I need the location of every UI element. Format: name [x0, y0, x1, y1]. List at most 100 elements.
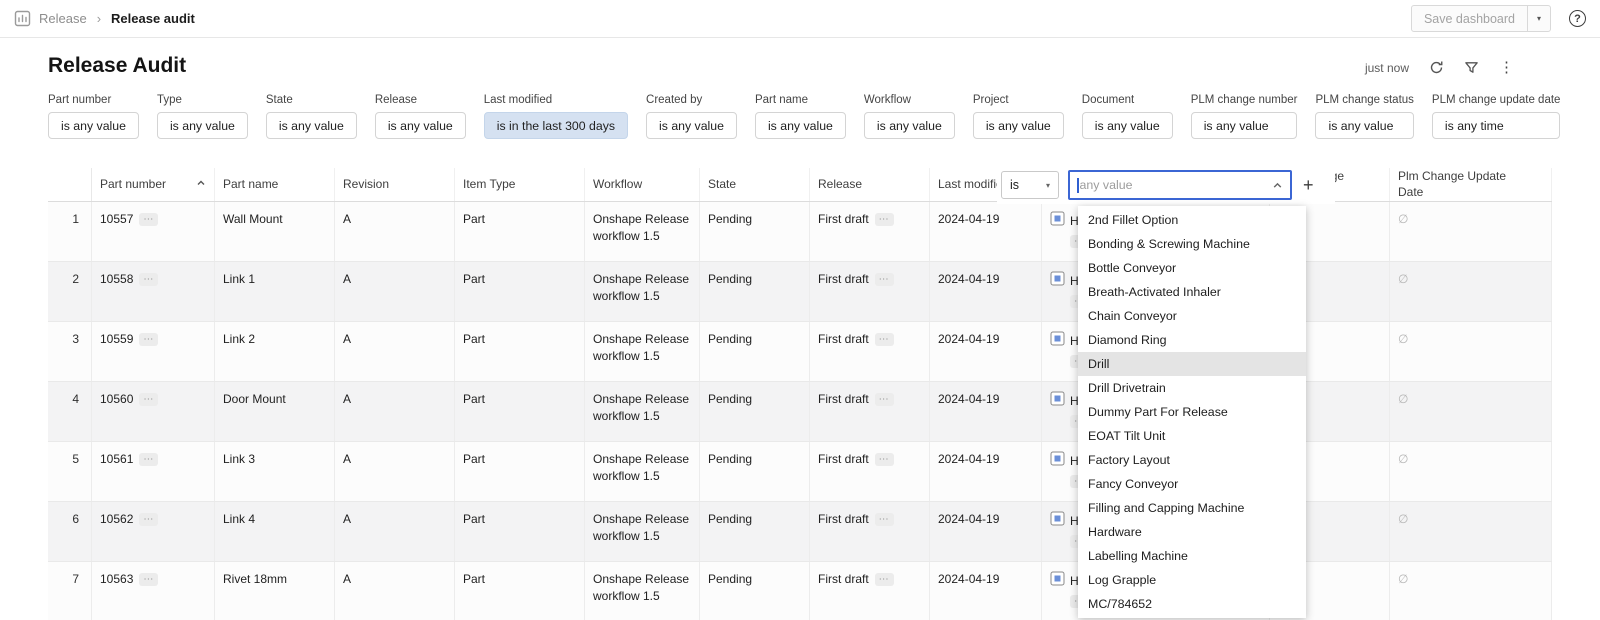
filter-chip[interactable]: is in the last 300 days [484, 112, 628, 139]
table-row[interactable]: 5 10561⋯ Link 3 A Part Onshape Release w… [48, 442, 1552, 502]
col-workflow[interactable]: Workflow [585, 168, 700, 201]
col-part-number[interactable]: Part number [92, 168, 215, 201]
ellipsis-badge-icon[interactable]: ⋯ [139, 333, 158, 346]
cell-revision: A [335, 262, 455, 321]
dropdown-option[interactable]: Bottle Conveyor [1078, 256, 1306, 280]
release-audit-page: Release › Release audit Save dashboard ▾… [0, 0, 1600, 620]
cell-state: Pending [700, 262, 810, 321]
refresh-icon[interactable] [1429, 60, 1444, 75]
col-state[interactable]: State [700, 168, 810, 201]
save-dashboard-button[interactable]: Save dashboard [1412, 6, 1527, 31]
dropdown-option[interactable]: Fancy Conveyor [1078, 472, 1306, 496]
cell-last-modified: 2024-04-19 [930, 562, 1042, 620]
ellipsis-badge-icon[interactable]: ⋯ [875, 213, 894, 226]
ellipsis-badge-icon[interactable]: ⋯ [139, 453, 158, 466]
filter-chip[interactable]: is any value [1315, 112, 1413, 139]
cell-state: Pending [700, 322, 810, 381]
filter-label: PLM change number [1191, 94, 1298, 106]
top-bar: Release › Release audit Save dashboard ▾… [0, 0, 1600, 38]
ellipsis-badge-icon[interactable]: ⋯ [139, 513, 158, 526]
onshape-document-icon [1050, 271, 1065, 291]
ellipsis-badge-icon[interactable]: ⋯ [875, 513, 894, 526]
dropdown-option[interactable]: Chain Conveyor [1078, 304, 1306, 328]
cell-part-number: 10560⋯ [92, 382, 215, 441]
cell-revision: A [335, 502, 455, 561]
ellipsis-badge-icon[interactable]: ⋯ [875, 573, 894, 586]
col-item-type[interactable]: Item Type [455, 168, 585, 201]
filter-chip[interactable]: is any value [864, 112, 955, 139]
save-dashboard-caret-icon[interactable]: ▾ [1528, 6, 1550, 31]
cell-last-modified: 2024-04-19 [930, 382, 1042, 441]
dropdown-option[interactable]: EOAT Tilt Unit [1078, 424, 1306, 448]
cell-item-type: Part [455, 322, 585, 381]
page-title: Release Audit [48, 54, 186, 78]
filter-chip[interactable]: is any value [48, 112, 139, 139]
cell-part-number: 10558⋯ [92, 262, 215, 321]
table-row[interactable]: 3 10559⋯ Link 2 A Part Onshape Release w… [48, 322, 1552, 382]
dropdown-option[interactable]: Bonding & Screwing Machine [1078, 232, 1306, 256]
help-icon[interactable]: ? [1569, 10, 1586, 27]
ellipsis-badge-icon[interactable]: ⋯ [139, 393, 158, 406]
combobox-chevron-up-icon[interactable] [1272, 180, 1283, 191]
filter-group: Type is any value [157, 94, 248, 139]
table-row[interactable]: 4 10560⋯ Door Mount A Part Onshape Relea… [48, 382, 1552, 442]
table-row[interactable]: 2 10558⋯ Link 1 A Part Onshape Release w… [48, 262, 1552, 322]
ellipsis-badge-icon[interactable]: ⋯ [875, 333, 894, 346]
kebab-menu-icon[interactable]: ⋮ [1499, 60, 1514, 75]
dropdown-option[interactable]: Dummy Part For Release [1078, 400, 1306, 424]
cell-item-type: Part [455, 562, 585, 620]
dropdown-option[interactable]: Hardware [1078, 520, 1306, 544]
breadcrumb-root[interactable]: Release [39, 11, 87, 26]
filter-chip[interactable]: is any value [973, 112, 1064, 139]
ellipsis-badge-icon[interactable]: ⋯ [139, 213, 158, 226]
table-row[interactable]: 6 10562⋯ Link 4 A Part Onshape Release w… [48, 502, 1552, 562]
cell-item-type: Part [455, 262, 585, 321]
dropdown-option[interactable]: Drill Drivetrain [1078, 376, 1306, 400]
empty-value-icon: ∅ [1398, 572, 1408, 586]
cell-revision: A [335, 562, 455, 620]
dropdown-option[interactable]: Labelling Machine [1078, 544, 1306, 568]
filter-chip[interactable]: is any time [1432, 112, 1561, 139]
dropdown-option[interactable]: Factory Layout [1078, 448, 1306, 472]
col-release[interactable]: Release [810, 168, 930, 201]
row-number: 2 [48, 262, 92, 321]
filter-chip[interactable]: is any value [1082, 112, 1173, 139]
dropdown-option[interactable]: MC/784652 [1078, 592, 1306, 616]
filter-chip[interactable]: is any value [266, 112, 357, 139]
ellipsis-badge-icon[interactable]: ⋯ [139, 573, 158, 586]
add-filter-value-button[interactable]: + [1301, 175, 1316, 196]
ellipsis-badge-icon[interactable]: ⋯ [875, 273, 894, 286]
dropdown-option[interactable]: Filling and Capping Machine [1078, 496, 1306, 520]
filter-bar: Part number is any value Type is any val… [48, 94, 1560, 139]
dashboard-icon [14, 10, 31, 27]
ellipsis-badge-icon[interactable]: ⋯ [139, 273, 158, 286]
ellipsis-badge-icon[interactable]: ⋯ [875, 453, 894, 466]
table-row[interactable]: 1 10557⋯ Wall Mount A Part Onshape Relea… [48, 202, 1552, 262]
col-plm-change-update-date[interactable]: Plm Change Update Date [1390, 168, 1552, 201]
cell-state: Pending [700, 382, 810, 441]
filter-group: Project is any value [973, 94, 1064, 139]
dropdown-option[interactable]: Drill [1078, 352, 1306, 376]
filter-label: Project [973, 94, 1064, 106]
filter-chip[interactable]: is any value [646, 112, 737, 139]
filter-chip[interactable]: is any value [157, 112, 248, 139]
filter-value-input[interactable] [1080, 178, 1272, 192]
row-number: 5 [48, 442, 92, 501]
dropdown-list: 2nd Fillet OptionBonding & Screwing Mach… [1078, 206, 1306, 618]
filter-chip[interactable]: is any value [375, 112, 466, 139]
dropdown-option[interactable]: Breath-Activated Inhaler [1078, 280, 1306, 304]
dropdown-option[interactable]: Log Grapple [1078, 568, 1306, 592]
dropdown-option[interactable]: 2nd Fillet Option [1078, 208, 1306, 232]
cell-workflow: Onshape Release workflow 1.5 [585, 322, 700, 381]
filter-chip[interactable]: is any value [1191, 112, 1298, 139]
dropdown-option[interactable]: Diamond Ring [1078, 328, 1306, 352]
table-row[interactable]: 7 10563⋯ Rivet 18mm A Part Onshape Relea… [48, 562, 1552, 620]
operator-select[interactable]: is ▾ [1001, 171, 1059, 199]
col-part-name[interactable]: Part name [215, 168, 335, 201]
ellipsis-badge-icon[interactable]: ⋯ [875, 393, 894, 406]
cell-last-modified: 2024-04-19 [930, 502, 1042, 561]
filter-icon[interactable] [1464, 60, 1479, 75]
cell-item-type: Part [455, 202, 585, 261]
col-revision[interactable]: Revision [335, 168, 455, 201]
filter-chip[interactable]: is any value [755, 112, 846, 139]
